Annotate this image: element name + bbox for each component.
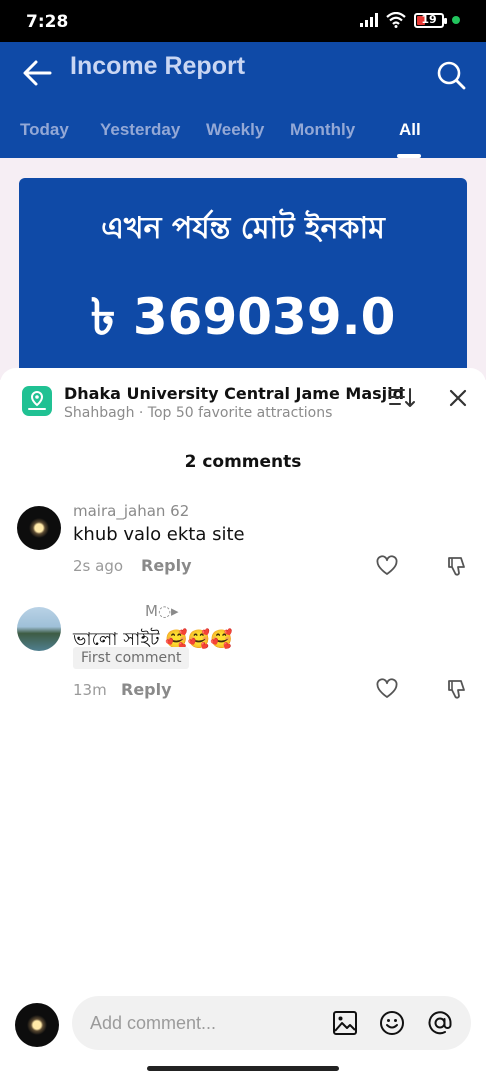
status-bar: 7:28 19 [0, 0, 486, 42]
sort-icon[interactable] [388, 386, 416, 410]
income-headline: এখন পর্যন্ত মোট ইনকাম [101, 211, 385, 246]
first-comment-badge: First comment [73, 647, 190, 669]
total-income-card: এখন পর্যন্ত মোট ইনকাম ৳ 369039.0 [19, 178, 467, 388]
mention-icon[interactable] [427, 1010, 453, 1036]
place-subtitle: Shahbagh · Top 50 favorite attractions [64, 405, 333, 421]
tab-weekly[interactable]: Weekly [206, 120, 264, 140]
avatar[interactable] [17, 607, 61, 651]
tab-today[interactable]: Today [20, 120, 69, 140]
app-bar: Income Report Today Yesterday Weekly Mon… [0, 42, 486, 158]
tab-all[interactable]: All [399, 120, 421, 140]
place-name: Dhaka University Central Jame Masjid [64, 384, 405, 403]
privacy-indicator-dot [452, 16, 460, 24]
signal-icon [360, 13, 378, 27]
page-title: Income Report [70, 52, 246, 80]
comment-input[interactable] [90, 996, 320, 1050]
tab-monthly[interactable]: Monthly [290, 120, 355, 140]
comment-username[interactable]: maira_jahan 62 [73, 502, 189, 520]
comments-sheet: Dhaka University Central Jame Masjid Sha… [0, 368, 486, 1080]
avatar[interactable] [17, 506, 61, 550]
dislike-icon[interactable] [447, 678, 469, 700]
comment-username[interactable]: M◌▸ [145, 602, 179, 620]
search-icon[interactable] [436, 60, 466, 90]
comment-text: khub valo ekta site [73, 524, 245, 545]
status-time: 7:28 [26, 12, 69, 32]
report-tabs: Today Yesterday Weekly Monthly All [0, 120, 486, 158]
income-amount: ৳ 369039.0 [90, 288, 396, 346]
comment-count: 2 comments [184, 452, 302, 472]
location-pin-icon [22, 386, 52, 416]
status-icons: 19 [360, 12, 460, 28]
heart-icon[interactable] [376, 678, 398, 700]
image-icon[interactable] [332, 1010, 358, 1036]
comment-composer [72, 996, 471, 1050]
heart-icon[interactable] [376, 555, 398, 577]
home-indicator [147, 1066, 339, 1071]
close-icon[interactable] [446, 386, 470, 410]
battery-level: 19 [421, 12, 437, 26]
reply-button[interactable]: Reply [121, 680, 172, 699]
back-arrow-icon[interactable] [20, 56, 54, 90]
reply-button[interactable]: Reply [141, 556, 192, 575]
battery-icon: 19 [414, 12, 447, 28]
avatar [15, 1003, 59, 1047]
place-header[interactable]: Dhaka University Central Jame Masjid Sha… [0, 368, 486, 434]
emoji-icon[interactable] [379, 1010, 405, 1036]
dislike-icon[interactable] [447, 555, 469, 577]
comment-time: 2s ago [73, 557, 124, 575]
tab-yesterday[interactable]: Yesterday [100, 120, 180, 140]
comment-time: 13m [73, 681, 107, 699]
wifi-icon [386, 12, 406, 28]
